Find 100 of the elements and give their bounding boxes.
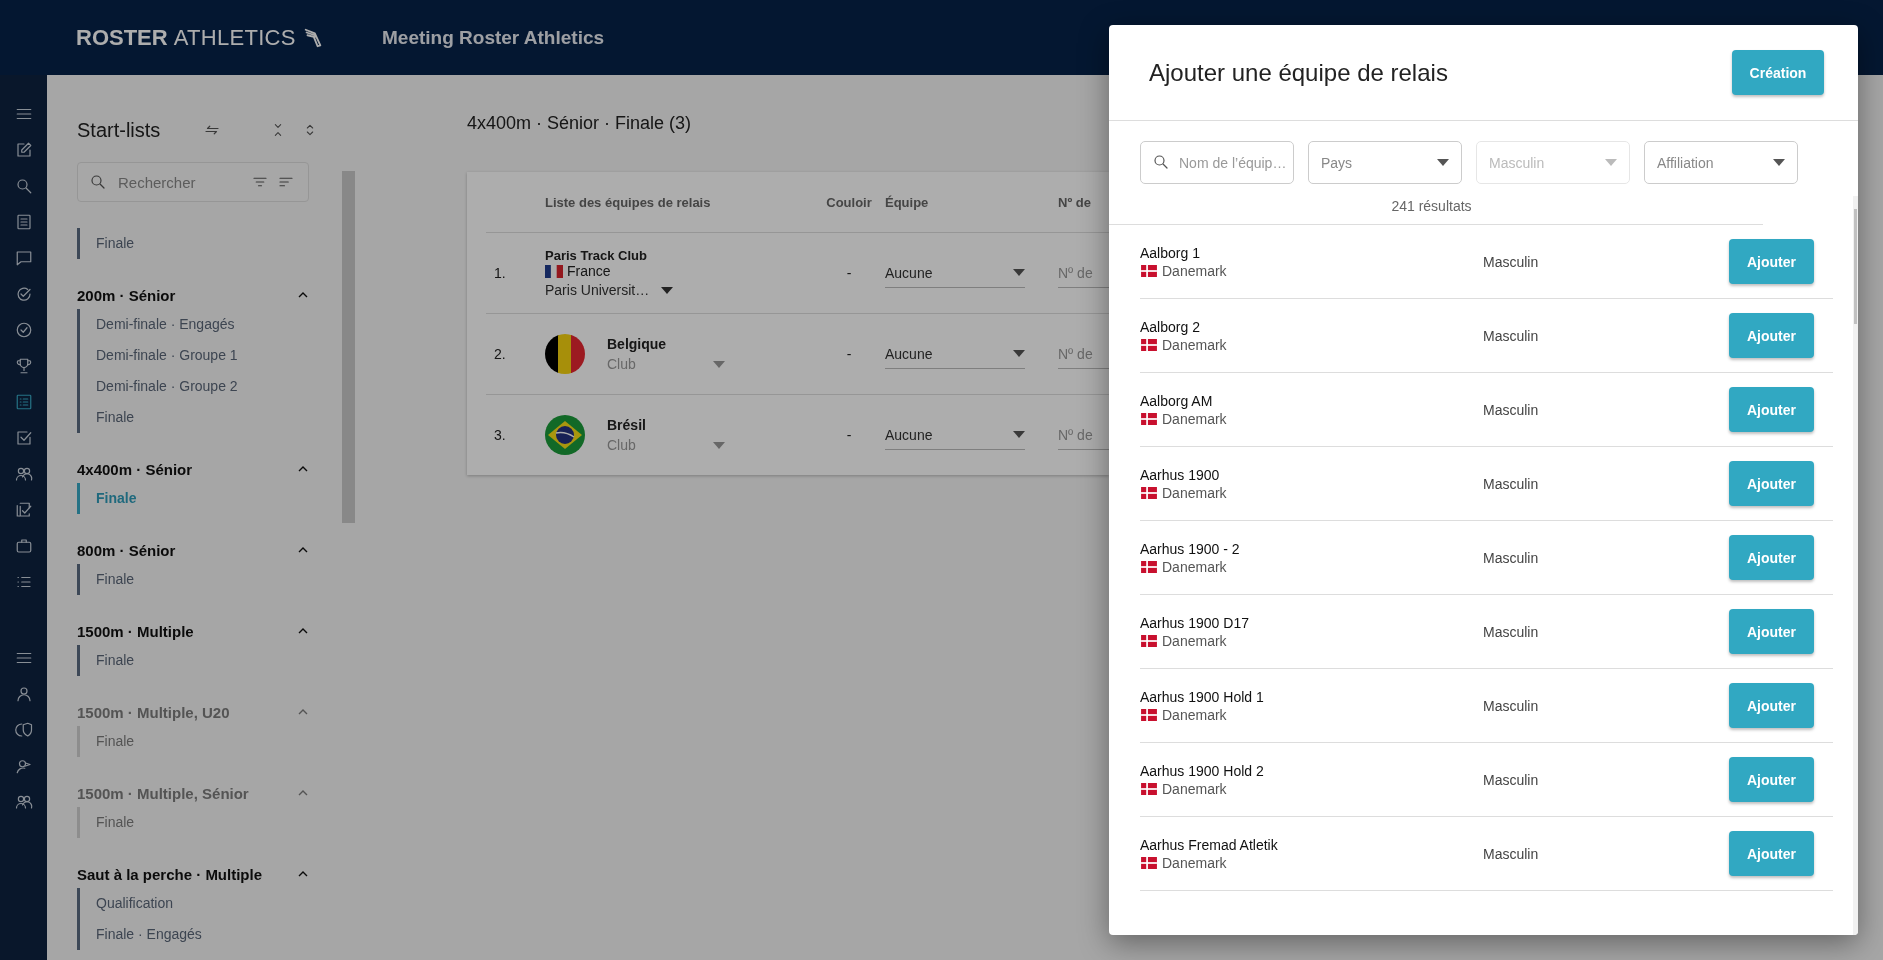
country-name: Danemark [1162,336,1227,353]
flag-icon [1140,486,1158,499]
list-icon [14,393,33,411]
caret-icon [1013,431,1025,438]
caret-icon [713,441,725,449]
chevron-up-icon [298,709,308,715]
group-title[interactable]: 200m · Sénior [77,286,176,304]
shield-icon [14,721,33,739]
affiliation-select[interactable]: Paris Universit… [545,282,674,298]
group-title[interactable]: 4x400m · Sénior [77,460,193,478]
sidebar-item[interactable]: Qualification [80,888,342,919]
document-icon [14,213,33,231]
sidebar-item[interactable]: Finale [80,483,342,514]
sidebar-item[interactable]: Finale [80,645,342,676]
flag-icon [1140,338,1158,351]
add-button[interactable]: Ajouter [1729,461,1814,506]
create-button[interactable]: Création [1732,50,1824,95]
gender-label: Masculin [1483,327,1540,344]
gender-label: Masculin [1483,845,1540,862]
flag-icon [1140,856,1158,869]
person-icon [14,685,33,703]
result-count: 241 résultats [1109,196,1763,225]
country-name: Danemark [1162,558,1227,575]
add-button[interactable]: Ajouter [1729,239,1814,284]
column-header: Nº de [1058,194,1092,210]
row-number: 2. [493,346,507,362]
flag-icon [1140,560,1158,573]
flag-icon [545,415,585,455]
sidebar-item[interactable]: Finale [80,402,342,433]
team-select[interactable]: Aucune [885,258,1025,288]
dialog-title: Ajouter une équipe de relais [1149,58,1448,87]
affiliation-select[interactable]: Club [607,437,725,453]
chevron-up-icon [298,547,308,553]
caret-icon [1013,350,1025,357]
team-name: Aarhus Fremad Atletik [1140,836,1279,853]
caret-icon [1437,159,1449,166]
country-name: Danemark [1162,262,1227,279]
search-icon [89,173,107,191]
people-icon [14,793,33,811]
add-button[interactable]: Ajouter [1729,535,1814,580]
country-name: Danemark [1162,632,1227,649]
team-select[interactable]: Aucune [885,339,1025,369]
caret-icon [1773,159,1785,166]
people-icon [14,465,33,483]
gender-label: Masculin [1483,253,1540,270]
sidebar-item[interactable]: Finale [80,228,342,259]
check-circle-icon [14,285,33,303]
add-button[interactable]: Ajouter [1729,609,1814,654]
sidebar-item[interactable]: Demi-finale · Groupe 1 [80,340,342,371]
add-button[interactable]: Ajouter [1729,313,1814,358]
add-button[interactable]: Ajouter [1729,387,1814,432]
add-button[interactable]: Ajouter [1729,683,1814,728]
search-icon [1152,153,1170,171]
add-button[interactable]: Ajouter [1729,757,1814,802]
lane-cell-text: - [845,265,853,281]
page-title: 4x400m · Sénior · Finale (3) [467,113,693,135]
caret-icon [1013,269,1025,276]
person-icon [14,757,33,775]
select-field[interactable]: Pays [1308,141,1462,184]
team-select[interactable]: Aucune [885,420,1025,450]
team-name: Brésil [607,417,647,433]
sidebar-item[interactable]: Demi-finale · Groupe 2 [80,371,342,402]
team-name: Aarhus 1900 Hold 2 [1140,762,1265,779]
sidebar-item[interactable]: Demi-finale · Engagés [80,309,342,340]
search-field[interactable]: Rechercher [77,162,309,202]
group-title[interactable]: 800m · Sénior [77,541,176,559]
chevron-up-icon [298,292,308,298]
chevron-up-icon [298,790,308,796]
group-title[interactable]: Saut à la perche · Multiple [77,865,263,883]
chevron-up-icon [298,466,308,472]
team-name: Belgique [607,336,668,352]
flag-icon [1140,782,1158,795]
sidebar-item[interactable]: Finale [80,564,342,595]
gender-label: Masculin [1483,623,1540,640]
flag-icon [545,334,585,374]
affiliation-select[interactable]: Club [607,356,725,372]
scrollbar-thumb[interactable] [342,171,355,523]
add-button[interactable]: Ajouter [1729,831,1814,876]
check-circle-icon [14,321,33,339]
flag-icon [1140,264,1158,277]
flag-icon [1140,412,1158,425]
caret-icon [1605,159,1617,166]
sidebar-title: Start-lists [77,118,162,142]
logo-text: ROSTER [76,24,168,51]
sidebar-item[interactable]: Finale · Engagés [80,919,342,950]
select-field[interactable]: Affiliation [1644,141,1798,184]
country-name: Danemark [1162,484,1227,501]
group-title[interactable]: 1500m · Multiple [77,622,194,640]
checklist-icon [14,501,33,519]
country-name: Danemark [1162,410,1227,427]
caret-icon [661,286,674,294]
gender-label: Masculin [1483,475,1540,492]
gender-label: Masculin [1483,771,1540,788]
scrollbar-thumb[interactable] [1854,209,1857,324]
lane-cell-text: - [845,427,853,443]
team-name: Aarhus 1900 Hold 1 [1140,688,1265,705]
search-field[interactable]: Nom de l’équip… [1140,141,1294,184]
flag-icon [1140,634,1158,647]
edit-icon [14,141,33,159]
team-name: Aalborg 1 [1140,244,1201,261]
